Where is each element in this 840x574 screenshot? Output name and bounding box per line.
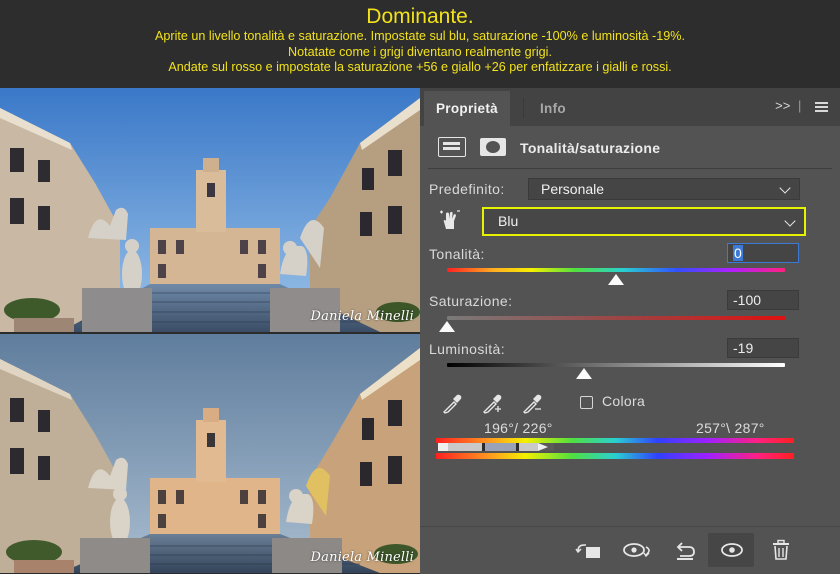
range-left-readout: 196°/ 226° xyxy=(484,420,553,436)
campidoglio-photo-before xyxy=(0,88,420,332)
banner-line-2: Notatate come i grigi diventano realment… xyxy=(288,44,552,59)
panel-menu-icon[interactable] xyxy=(815,100,828,114)
preset-dropdown[interactable]: Personale xyxy=(528,178,800,200)
eyedropper-subtract-icon[interactable] xyxy=(520,392,546,416)
preset-label: Predefinito: xyxy=(429,181,505,197)
photographer-signature: Daniela Minelli xyxy=(310,309,414,324)
preset-value: Personale xyxy=(541,181,605,197)
saturation-slider-thumb[interactable] xyxy=(439,321,455,332)
tab-properties[interactable]: Proprietà xyxy=(424,91,510,126)
colorize-label: Colora xyxy=(602,393,646,409)
range-right-readout: 257°\ 287° xyxy=(696,420,765,436)
banner-title: Dominante. xyxy=(366,5,474,28)
targeted-adjust-hand-icon[interactable] xyxy=(438,208,462,232)
hue-input[interactable]: 0 xyxy=(727,243,799,263)
properties-panel: Proprietà Info >> | Tonalità/saturazione… xyxy=(420,88,840,574)
chevron-down-icon xyxy=(779,182,791,194)
photo-after: Daniela Minelli xyxy=(0,334,420,573)
adjustment-layer-icon[interactable] xyxy=(438,137,466,157)
tab-divider xyxy=(523,98,524,118)
hue-slider-track[interactable] xyxy=(447,268,785,272)
saturation-value: -100 xyxy=(733,292,762,308)
adjustment-title: Tonalità/saturazione xyxy=(520,140,661,156)
hue-label: Tonalità: xyxy=(429,246,485,262)
visibility-eye-icon[interactable] xyxy=(720,539,744,561)
mask-icon[interactable] xyxy=(480,138,506,156)
hue-value: 0 xyxy=(733,245,743,261)
tab-info[interactable]: Info xyxy=(528,91,578,126)
campidoglio-photo-after xyxy=(0,334,420,573)
chevron-down-icon xyxy=(784,215,796,227)
colorize-checkbox[interactable] xyxy=(580,396,593,409)
trash-icon[interactable] xyxy=(770,539,792,561)
lightness-value: -19 xyxy=(733,340,754,356)
hue-slider-thumb[interactable] xyxy=(608,274,624,285)
eyedropper-add-icon[interactable] xyxy=(480,392,506,416)
channel-value: Blu xyxy=(498,213,519,229)
panel-bottom-toolbar xyxy=(420,526,840,574)
lightness-slider-thumb[interactable] xyxy=(575,368,592,379)
lightness-input[interactable]: -19 xyxy=(727,338,799,358)
saturation-label: Saturazione: xyxy=(429,293,513,309)
color-spectrum-bottom xyxy=(436,453,794,459)
saturation-input[interactable]: -100 xyxy=(727,290,799,310)
control-divider: | xyxy=(797,98,802,113)
reset-icon[interactable] xyxy=(672,539,698,561)
lightness-label: Luminosità: xyxy=(429,341,505,357)
banner-line-3: Andate sul rosso e impostate la saturazi… xyxy=(168,60,672,74)
instruction-banner: Dominante. Aprite un livello tonalità e … xyxy=(0,0,840,88)
panel-controls: >> | xyxy=(775,98,828,114)
banner-line-1: Aprite un livello tonalità e saturazione… xyxy=(155,29,685,43)
header-divider xyxy=(428,168,832,169)
view-previous-state-icon[interactable] xyxy=(622,539,656,561)
clip-to-layer-icon[interactable] xyxy=(574,539,604,561)
saturation-slider-track[interactable] xyxy=(447,316,785,320)
panel-tab-bar: Proprietà Info >> | xyxy=(420,88,840,126)
collapse-panels-button[interactable]: >> xyxy=(775,98,790,113)
channel-dropdown[interactable]: Blu xyxy=(482,207,806,236)
lightness-slider-track[interactable] xyxy=(447,363,785,367)
eyedropper-icon[interactable] xyxy=(440,392,464,416)
photo-before: Daniela Minelli xyxy=(0,88,420,332)
photographer-signature: Daniela Minelli xyxy=(310,550,414,565)
color-range-slider[interactable] xyxy=(438,443,554,451)
